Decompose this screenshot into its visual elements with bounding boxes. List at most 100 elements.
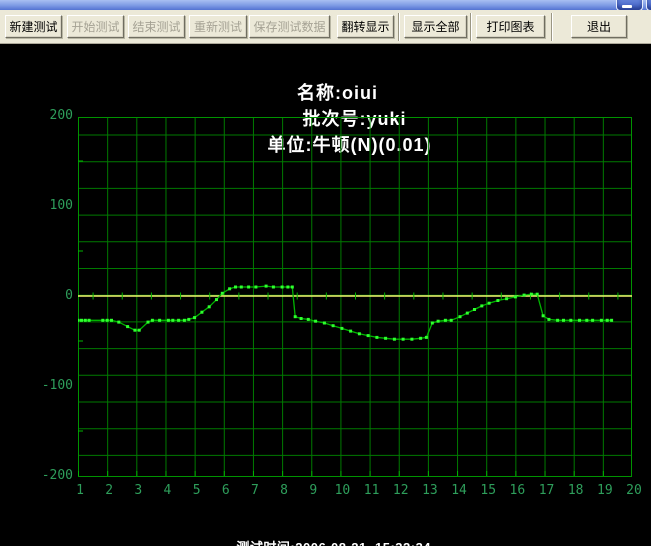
- data-point: [488, 302, 491, 305]
- data-point: [542, 314, 545, 317]
- data-point: [358, 332, 361, 335]
- x-tick-label: 19: [592, 483, 618, 499]
- data-point: [291, 286, 294, 289]
- x-tick-label: 15: [475, 483, 501, 499]
- data-point: [147, 321, 150, 324]
- data-point: [444, 319, 447, 322]
- x-tick-label: 16: [504, 483, 530, 499]
- data-point: [466, 312, 469, 315]
- y-tick-label: -100: [25, 378, 73, 394]
- print-chart-button[interactable]: 打印图表: [476, 15, 545, 38]
- x-tick-label: 17: [534, 483, 560, 499]
- data-point: [240, 286, 243, 289]
- data-point: [402, 338, 405, 341]
- data-point: [151, 319, 154, 322]
- retest-button[interactable]: 重新测试: [189, 15, 247, 38]
- data-point: [384, 337, 387, 340]
- data-point: [437, 320, 440, 323]
- data-point: [578, 319, 581, 322]
- data-point: [569, 319, 572, 322]
- start-test-button[interactable]: 开始测试: [67, 15, 124, 38]
- data-point: [88, 319, 91, 322]
- end-test-button[interactable]: 结束测试: [128, 15, 185, 38]
- title-bar: [0, 0, 651, 10]
- data-point: [234, 286, 237, 289]
- data-point: [208, 305, 211, 308]
- y-tick-label: 200: [25, 108, 73, 124]
- data-point: [187, 318, 190, 321]
- x-tick-label: 7: [242, 483, 268, 499]
- data-point: [431, 322, 434, 325]
- x-tick-label: 20: [621, 483, 647, 499]
- toolbar-separator: [470, 13, 472, 41]
- data-point: [496, 299, 499, 302]
- data-point: [228, 287, 231, 290]
- data-point: [78, 319, 80, 322]
- data-point: [591, 319, 594, 322]
- x-tick-label: 4: [154, 483, 180, 499]
- x-tick-label: 5: [184, 483, 210, 499]
- data-point: [221, 292, 224, 295]
- data-point: [480, 304, 483, 307]
- data-point: [307, 318, 310, 321]
- x-tick-label: 9: [300, 483, 326, 499]
- data-point: [523, 294, 526, 297]
- data-point: [600, 319, 603, 322]
- data-point: [286, 286, 289, 289]
- status-bar: 测试时间:2006-08-21 15:32:34: [0, 522, 651, 546]
- chart-plot-area: [78, 117, 632, 477]
- data-point: [473, 308, 476, 311]
- data-point: [133, 329, 136, 332]
- new-test-button[interactable]: 新建测试: [5, 15, 62, 38]
- data-point: [459, 315, 462, 318]
- data-point: [606, 319, 609, 322]
- data-point: [265, 285, 268, 288]
- flip-display-button[interactable]: 翻转显示: [337, 15, 394, 38]
- data-point: [215, 298, 218, 301]
- data-point: [314, 320, 317, 323]
- data-point: [171, 319, 174, 322]
- data-point: [450, 319, 453, 322]
- data-point: [547, 318, 550, 321]
- data-point: [340, 327, 343, 330]
- exit-button[interactable]: 退出: [571, 15, 627, 38]
- toolbar-separator: [551, 13, 553, 41]
- toolbar-separator: [398, 13, 400, 41]
- data-point: [562, 319, 565, 322]
- test-time-label: 测试时间:: [236, 540, 295, 546]
- maximize-button[interactable]: [646, 0, 651, 10]
- data-point: [300, 317, 303, 320]
- data-point: [167, 319, 170, 322]
- save-test-data-button[interactable]: 保存测试数据: [249, 15, 330, 38]
- data-point: [556, 319, 559, 322]
- data-point: [247, 286, 250, 289]
- x-tick-label: 3: [125, 483, 151, 499]
- data-point: [349, 330, 352, 333]
- data-point: [110, 319, 113, 322]
- data-point: [536, 293, 539, 296]
- data-point: [117, 321, 120, 324]
- test-time-value: 2006-08-21 15:32:34: [295, 540, 431, 546]
- data-point: [530, 293, 533, 296]
- name-label: 名称:oiui: [297, 79, 378, 105]
- data-point: [193, 316, 196, 319]
- data-point: [585, 319, 588, 322]
- data-point: [410, 338, 413, 341]
- x-tick-label: 18: [563, 483, 589, 499]
- y-tick-label: -200: [25, 468, 73, 484]
- x-tick-label: 1: [67, 483, 93, 499]
- minimize-icon: [622, 5, 632, 8]
- data-point: [375, 336, 378, 339]
- x-tick-label: 6: [213, 483, 239, 499]
- data-point: [514, 295, 517, 298]
- x-tick-label: 2: [96, 483, 122, 499]
- data-point: [106, 319, 109, 322]
- minimize-button[interactable]: [616, 0, 643, 10]
- data-point: [332, 324, 335, 327]
- data-point: [84, 319, 87, 322]
- x-tick-label: 11: [359, 483, 385, 499]
- data-point: [200, 311, 203, 314]
- show-all-button[interactable]: 显示全部: [404, 15, 467, 38]
- x-tick-label: 8: [271, 483, 297, 499]
- data-point: [323, 322, 326, 325]
